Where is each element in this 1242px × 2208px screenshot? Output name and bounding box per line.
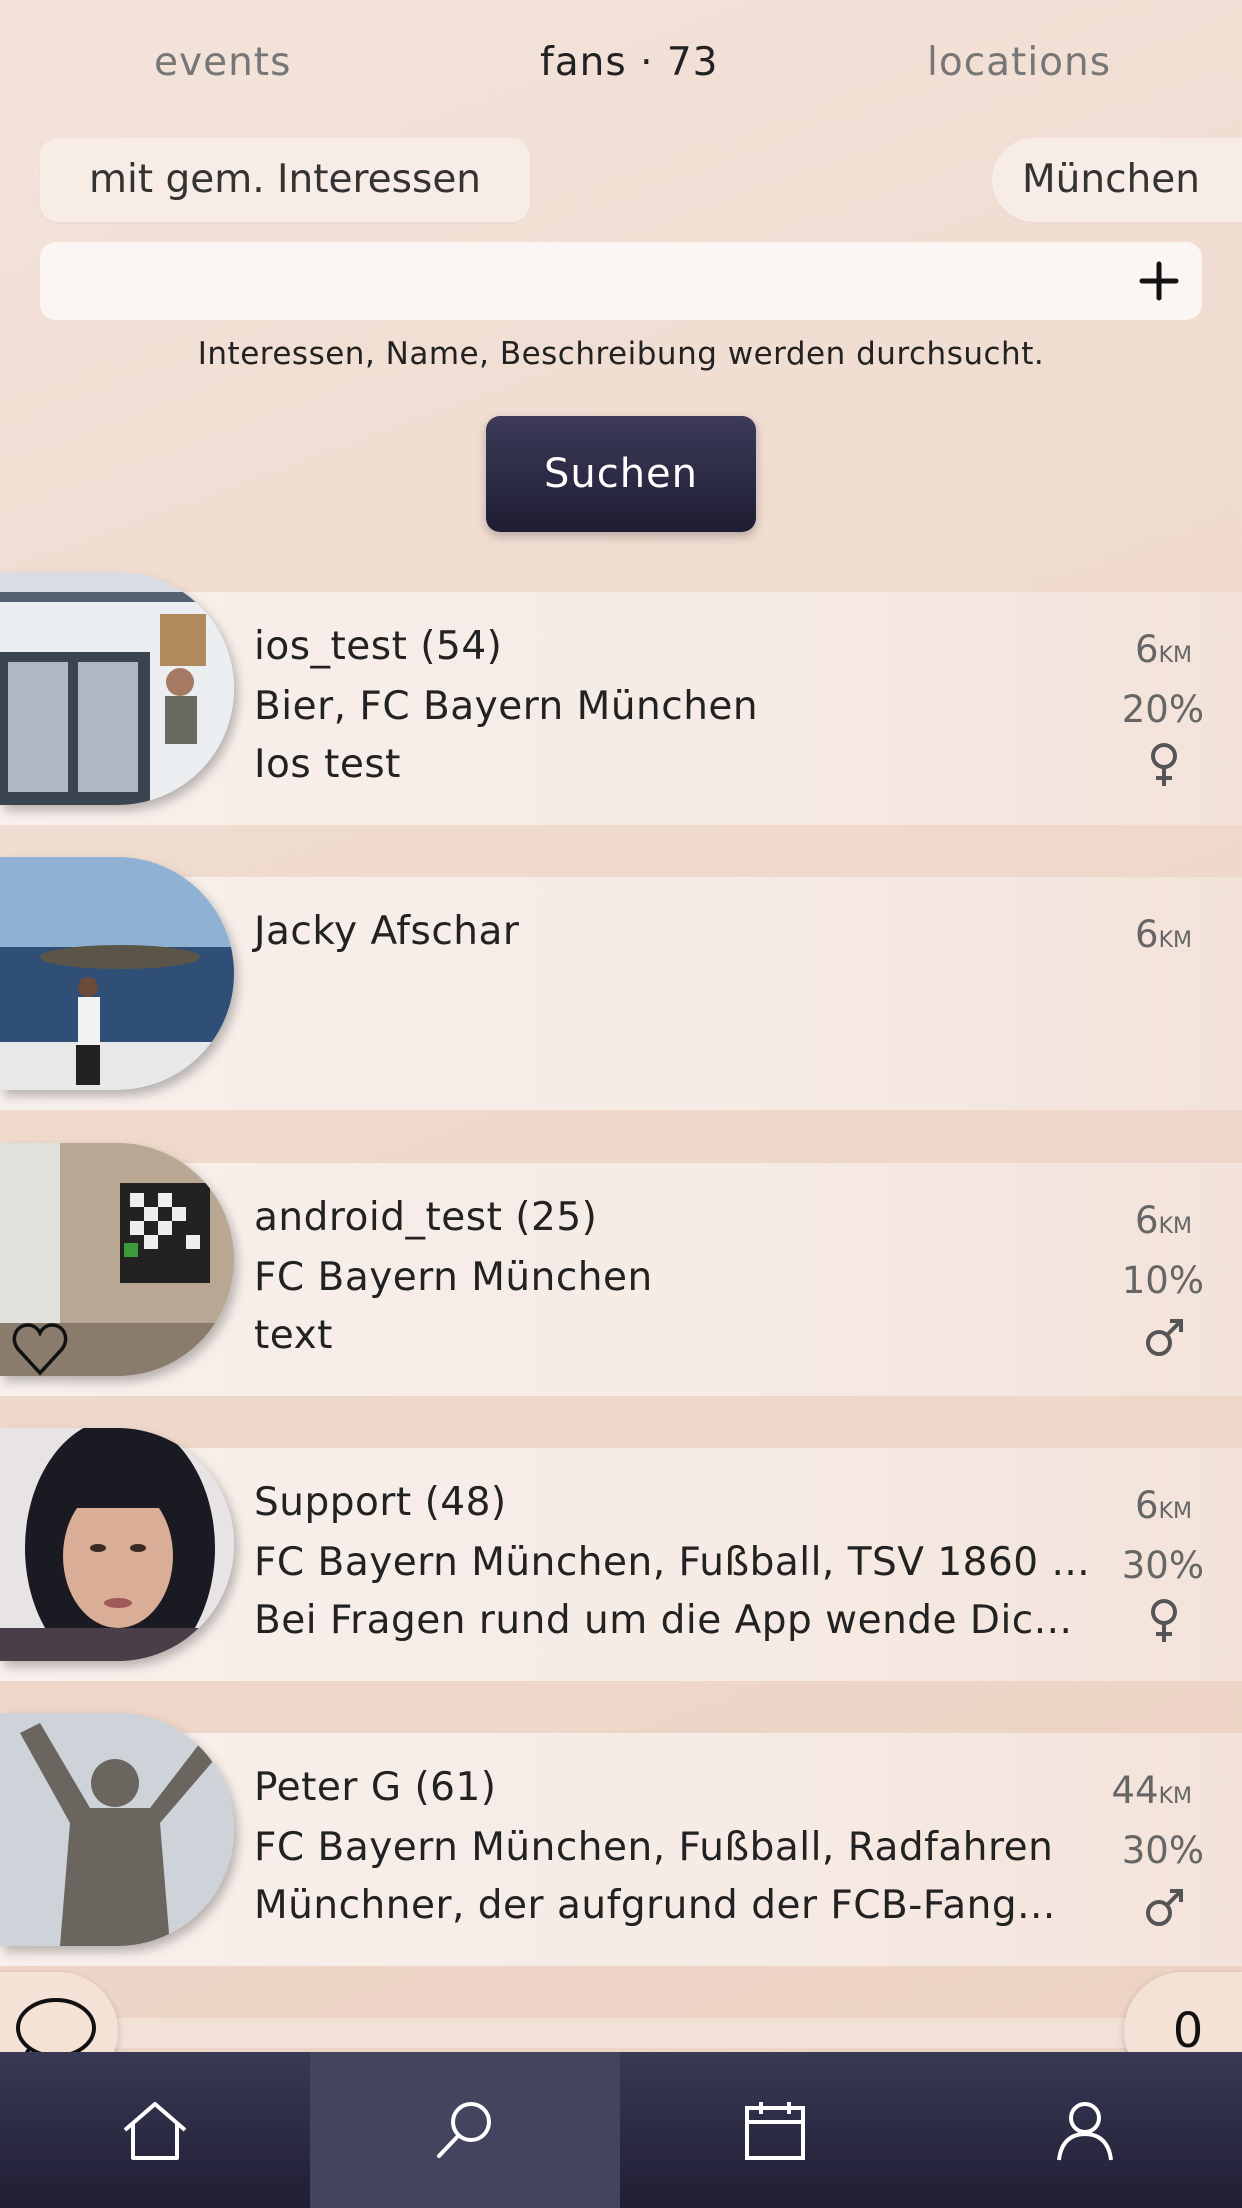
fan-description: Bei Fragen rund um die App wende Dic... [254,1598,1073,1643]
distance: 6KM [1135,1484,1192,1527]
plus-icon[interactable] [1132,254,1186,308]
match-percent: 30% [1121,1544,1204,1587]
home-icon [123,2102,187,2160]
search-input[interactable] [40,242,1202,320]
nav-profile[interactable] [930,2052,1240,2208]
search-hint: Interessen, Name, Beschreibung werden du… [197,336,1045,372]
female-icon [1151,1599,1177,1642]
fan-name: Support (48) [254,1480,507,1525]
avatar [0,1428,234,1661]
list-item[interactable]: Peter G (61) FC Bayern München, Fußball,… [0,1713,1242,1966]
tab-locations[interactable]: locations [927,40,1111,85]
avatar [0,1713,234,1946]
fan-description: text [254,1313,333,1358]
fan-interests: FC Bayern München, Fußball, Radfahren [254,1825,1054,1870]
search-icon [437,2102,491,2158]
match-percent: 30% [1121,1829,1204,1872]
distance: 6KM [1135,913,1192,956]
list-item[interactable]: android_test (25) FC Bayern München text… [0,1143,1242,1396]
fan-interests: FC Bayern München [254,1255,653,1300]
heart-icon[interactable] [10,1321,70,1377]
male-icon [1146,1889,1183,1926]
fan-name: android_test (25) [254,1195,598,1240]
fan-name: ios_test (54) [254,624,503,669]
list-item[interactable]: ios_test (54) Bier, FC Bayern München Io… [0,572,1242,825]
top-tabs: events fans · 73 locations [0,40,1242,100]
city-filter-button[interactable]: München [992,138,1242,222]
avatar [0,857,234,1090]
list-item-partial [0,2018,1242,2048]
tab-events[interactable]: events [154,40,291,85]
profile-icon [1057,2102,1113,2161]
avatar [0,572,234,805]
interests-filter-button[interactable]: mit gem. Interessen [40,138,530,222]
tab-fans[interactable]: fans · 73 [540,40,718,85]
nav-calendar[interactable] [620,2052,930,2208]
fan-name: Jacky Afschar [254,909,520,954]
fan-description: Münchner, der aufgrund der FCB-Fang... [254,1883,1056,1928]
match-percent: 10% [1121,1259,1204,1302]
search-button[interactable]: Suchen [486,416,756,532]
fan-interests: FC Bayern München, Fußball, TSV 1860 ... [254,1540,1091,1585]
female-icon [1151,743,1177,786]
bottom-nav [0,2052,1242,2208]
distance: 44KM [1111,1769,1192,1812]
nav-search[interactable] [310,2052,620,2208]
match-percent: 20% [1121,688,1204,731]
nav-home[interactable] [0,2052,310,2208]
male-icon [1146,1319,1183,1356]
list-item[interactable]: Jacky Afschar 6KM [0,857,1242,1110]
distance: 6KM [1135,628,1192,671]
fan-interests: Bier, FC Bayern München [254,684,759,729]
list-item[interactable]: Support (48) FC Bayern München, Fußball,… [0,1428,1242,1681]
fan-description: Ios test [254,742,401,787]
calendar-icon [745,2102,805,2160]
fan-name: Peter G (61) [254,1765,497,1810]
distance: 6KM [1135,1199,1192,1242]
